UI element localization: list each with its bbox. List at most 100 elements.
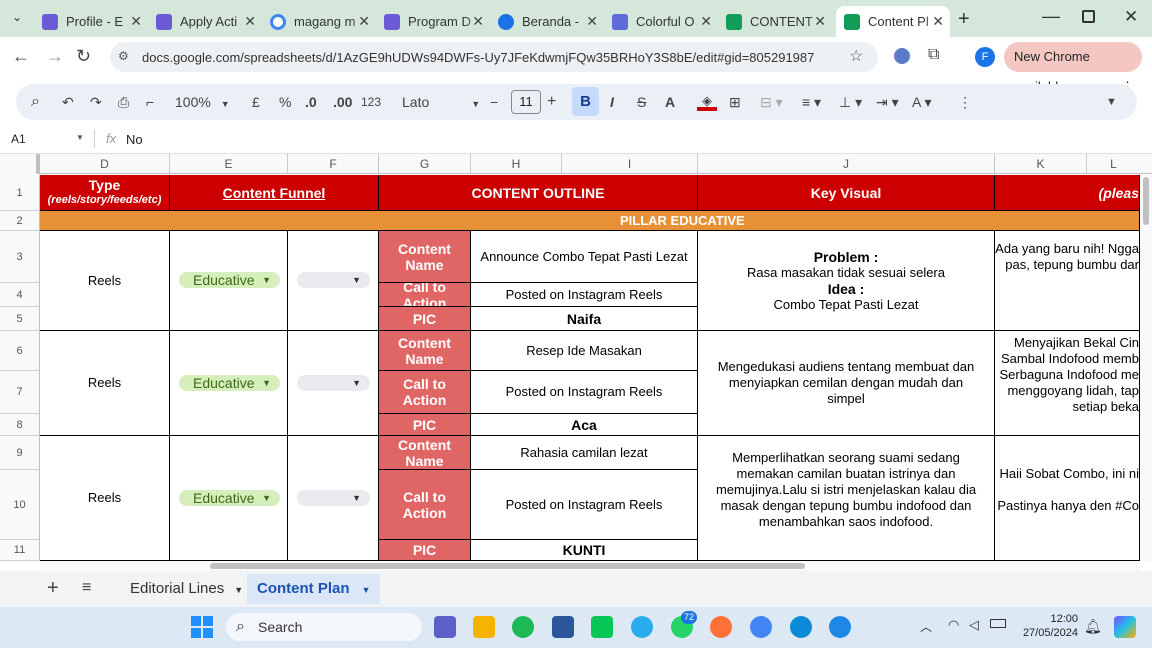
content-name-value-cell[interactable]: Announce Combo Tepat Pasti Lezat [471, 231, 698, 283]
telegram-icon[interactable] [631, 616, 653, 638]
scrollbar-thumb[interactable] [1143, 177, 1149, 225]
column-header-h[interactable]: H [471, 154, 562, 174]
row-header[interactable]: 5 [0, 307, 40, 331]
pic-label-cell[interactable]: PIC [379, 307, 471, 331]
horizontal-align-icon[interactable]: ≡ ▾ [802, 93, 821, 111]
more-formats-button[interactable]: 123 [361, 93, 381, 111]
column-header-j[interactable]: J [698, 154, 995, 174]
font-select[interactable]: Lato ▼ [402, 93, 480, 111]
cta-value-cell[interactable]: Posted on Instagram Reels [471, 283, 698, 307]
scrollbar-thumb[interactable] [210, 563, 805, 569]
column-header-d[interactable]: D [40, 154, 170, 174]
extensions-puzzle-icon[interactable]: ⧉ [928, 46, 939, 64]
column-header-i[interactable]: I [562, 154, 698, 174]
new-tab-icon[interactable]: + [958, 8, 970, 31]
header-l-cell[interactable]: (pleas [995, 175, 1140, 211]
select-all-corner[interactable] [0, 154, 40, 174]
clock[interactable]: 12:00 27/05/2024 [1020, 612, 1078, 640]
merge-cells-icon[interactable]: ⊟ ▾ [760, 93, 783, 111]
pic-value-cell[interactable]: Aca [471, 414, 698, 436]
close-window-icon[interactable]: ✕ [1124, 7, 1138, 27]
line-icon[interactable] [591, 616, 613, 638]
extension-icon[interactable] [894, 48, 910, 64]
strikethrough-button[interactable]: S [637, 93, 646, 111]
row-header[interactable]: 10 [0, 470, 40, 540]
name-box-dropdown-icon[interactable]: ▼ [76, 133, 84, 142]
empty-dropdown-chip[interactable]: ▼ [297, 375, 370, 391]
caption-cell[interactable]: Haii Sobat Combo, ini ni Pastinya hanya … [995, 436, 1140, 561]
caption-cell[interactable]: Menyajikan Bekal Cin Sambal Indofood mem… [995, 331, 1140, 436]
file-explorer-icon[interactable] [473, 616, 495, 638]
header-funnel-cell[interactable]: Content Funnel [170, 175, 379, 211]
type-cell[interactable]: Reels [40, 436, 170, 561]
empty-dropdown-chip[interactable]: ▼ [297, 490, 370, 506]
name-box[interactable]: A1 [11, 132, 26, 146]
funnel-dropdown-chip[interactable]: Educative ▼ [179, 272, 280, 288]
close-icon[interactable]: ✕ [586, 13, 598, 30]
reload-icon[interactable]: ↻ [76, 46, 91, 67]
font-size-increase-icon[interactable]: + [547, 93, 556, 111]
teams-icon[interactable] [434, 616, 456, 638]
row-header[interactable]: 3 [0, 231, 40, 283]
column-header-k[interactable]: K [995, 154, 1087, 174]
profile-avatar[interactable]: F [975, 47, 995, 67]
cta-label-cell[interactable]: Call to Action [379, 470, 471, 540]
close-icon[interactable]: ✕ [244, 13, 256, 30]
content-name-value-cell[interactable]: Resep Ide Masakan [471, 331, 698, 371]
row-header[interactable]: 6 [0, 331, 40, 371]
horizontal-scrollbar[interactable] [40, 561, 1140, 571]
browser-icon[interactable] [829, 616, 851, 638]
edge-icon[interactable] [790, 616, 812, 638]
row-header[interactable]: 4 [0, 283, 40, 307]
vertical-scrollbar[interactable] [1140, 175, 1152, 561]
close-icon[interactable]: ✕ [700, 13, 712, 30]
browser-tab-3[interactable]: magang m ✕ [262, 6, 376, 37]
bold-button[interactable]: B [572, 87, 599, 116]
all-sheets-menu-icon[interactable]: ≡ [82, 579, 91, 597]
caption-cell[interactable]: Ada yang baru nih! Ngga pas, tepung bumb… [995, 231, 1140, 331]
browser-tab-7[interactable]: CONTENT ✕ [718, 6, 832, 37]
browser-tab-1[interactable]: Profile - E ✕ [34, 6, 148, 37]
bookmark-star-icon[interactable]: ☆ [849, 46, 863, 66]
add-sheet-button[interactable]: + [47, 577, 59, 600]
column-header-f[interactable]: F [288, 154, 379, 174]
italic-button[interactable]: I [610, 93, 614, 111]
decrease-decimal-button[interactable]: .0 [305, 93, 317, 111]
type-cell[interactable]: Reels [40, 231, 170, 331]
header-visual-cell[interactable]: Key Visual [698, 175, 995, 211]
pic-label-cell[interactable]: PIC [379, 414, 471, 436]
text-rotation-icon[interactable]: A ▾ [912, 93, 931, 111]
windows-start-icon[interactable] [191, 616, 213, 638]
copilot-icon[interactable] [1114, 616, 1136, 638]
volume-icon[interactable]: ◁ [969, 617, 979, 633]
zoom-select[interactable]: 100% ▼ [175, 93, 230, 111]
column-header-l[interactable]: L [1087, 154, 1140, 174]
pillar-row[interactable]: PILLAR EDUCATIVE [40, 211, 1140, 231]
more-options-icon[interactable]: ⋮ [958, 93, 972, 111]
close-icon[interactable]: ✕ [472, 13, 484, 30]
collapse-menus-icon[interactable]: ▼ [1106, 93, 1117, 111]
sheet-tab-content-plan[interactable]: Content Plan ▼ [247, 574, 381, 604]
percent-format-button[interactable]: % [279, 93, 291, 111]
row-header[interactable]: 8 [0, 414, 40, 436]
funnel-dropdown-chip[interactable]: Educative ▼ [179, 490, 280, 506]
close-icon[interactable]: ✕ [932, 13, 944, 30]
battery-icon[interactable] [990, 619, 1006, 628]
tray-overflow-icon[interactable]: ︿ [920, 618, 932, 635]
wifi-icon[interactable]: ◠ [948, 617, 959, 633]
cta-value-cell[interactable]: Posted on Instagram Reels [471, 371, 698, 414]
row-header[interactable]: 7 [0, 371, 40, 414]
content-name-value-cell[interactable]: Rahasia camilan lezat [471, 436, 698, 470]
content-name-label-cell[interactable]: Content Name [379, 231, 471, 283]
column-header-g[interactable]: G [379, 154, 471, 174]
spotify-icon[interactable] [512, 616, 534, 638]
close-icon[interactable]: ✕ [130, 13, 142, 30]
maximize-icon[interactable] [1082, 10, 1095, 23]
word-icon[interactable] [552, 616, 574, 638]
fill-color-icon[interactable]: ◈ [697, 93, 717, 111]
funnel-dropdown-chip[interactable]: Educative ▼ [179, 375, 280, 391]
text-wrap-icon[interactable]: ⇥ ▾ [876, 93, 899, 111]
font-size-input[interactable]: 11 [511, 90, 541, 114]
url-bar[interactable]: docs.google.com/spreadsheets/d/1AzGE9hUD… [110, 42, 878, 72]
update-chrome-button[interactable]: New Chrome available⋮ [1004, 42, 1142, 94]
